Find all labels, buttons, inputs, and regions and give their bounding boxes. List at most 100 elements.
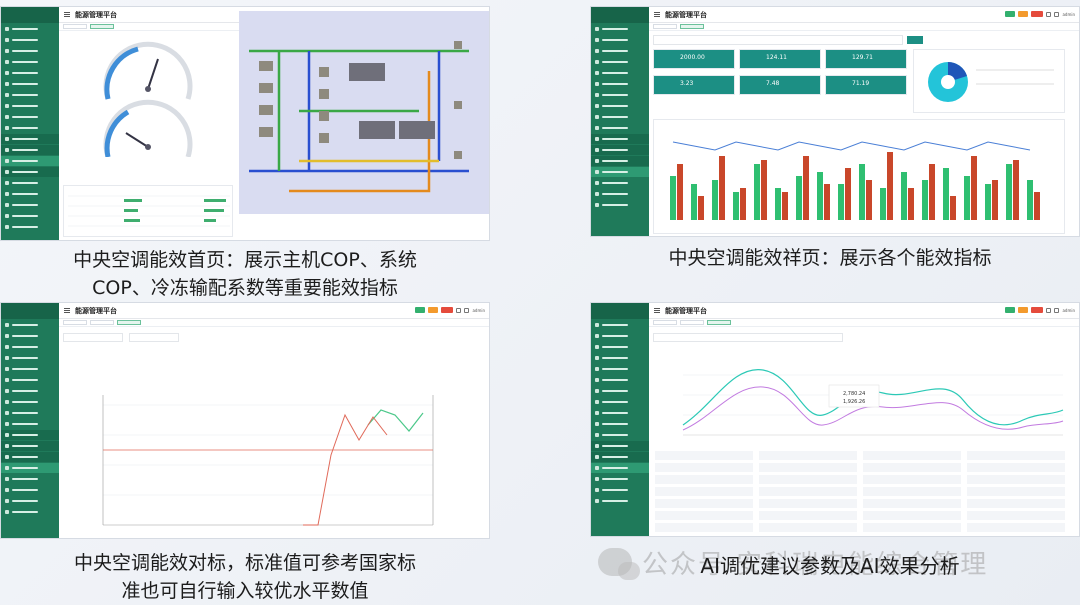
suggestion-cell — [759, 451, 857, 460]
tab-parent[interactable] — [680, 320, 704, 325]
fullscreen-icon[interactable] — [1054, 11, 1060, 17]
alarm-orange-badge[interactable] — [428, 307, 439, 313]
suggestion-cell — [759, 463, 857, 472]
menu-icon[interactable] — [654, 308, 660, 313]
bar-red — [908, 188, 914, 220]
bar-green — [670, 176, 676, 220]
caption-home-line2: COP、冷冻输配系数等重要能效指标 — [92, 277, 398, 299]
panel-ac-efficiency-benchmark: 能源管理平台 admin — [0, 302, 490, 539]
top-bar: 能源管理平台 admin — [649, 303, 1079, 319]
tab-current[interactable] — [117, 320, 141, 325]
alarm-green-badge[interactable] — [1005, 11, 1016, 17]
tab-benchmark-parent[interactable] — [90, 320, 114, 325]
user-name[interactable]: admin — [1062, 308, 1075, 313]
page-tabs — [649, 319, 1079, 327]
caption-ai: AI调优建议参数及AI效果分析 — [600, 552, 1060, 580]
bar-red — [866, 180, 872, 220]
benchmark-line-chart — [102, 395, 434, 526]
bar-green — [943, 168, 949, 220]
alarm-orange-badge[interactable] — [1018, 307, 1029, 313]
menu-icon[interactable] — [64, 12, 70, 17]
alarm-red-badge[interactable] — [1031, 11, 1044, 17]
bar-green — [754, 164, 760, 220]
fullscreen-icon[interactable] — [1054, 307, 1060, 313]
bell-icon[interactable] — [456, 307, 462, 313]
bar-green — [1027, 180, 1033, 220]
top-bar: 能源管理平台 admin — [59, 303, 489, 319]
kpi-card: 129.71 — [825, 49, 907, 69]
suggestion-cell — [655, 487, 753, 496]
tab-current[interactable] — [680, 24, 704, 29]
select-system[interactable] — [63, 333, 123, 342]
kpi-card: 3.23 — [653, 75, 735, 95]
tab-current[interactable] — [707, 320, 731, 325]
suggestion-cell — [863, 487, 961, 496]
alarm-orange-badge[interactable] — [1018, 11, 1029, 17]
alarm-green-badge[interactable] — [1005, 307, 1016, 313]
sidebar-nav[interactable] — [591, 7, 649, 236]
bar-red — [971, 156, 977, 220]
tab-home[interactable] — [653, 320, 677, 325]
caption-home: 中央空调能效首页：展示主机COP、系统 COP、冷冻输配系数等重要能效指标 — [20, 246, 470, 302]
sidebar-nav[interactable] — [591, 303, 649, 536]
fullscreen-icon[interactable] — [464, 307, 470, 313]
bar-red — [1034, 192, 1040, 220]
bar-red — [677, 164, 683, 220]
menu-icon[interactable] — [654, 12, 660, 17]
select-metric[interactable] — [129, 333, 179, 342]
hvac-system-diagram — [239, 11, 489, 214]
caption-benchmark-line2: 准也可自行输入较优水平数值 — [121, 580, 369, 602]
efficiency-bar-chart — [653, 119, 1065, 234]
app-title: 能源管理平台 — [665, 306, 707, 315]
caption-benchmark-line1: 中央空调能效对标，标准值可参考国家标 — [73, 552, 416, 574]
bar-red — [1013, 160, 1019, 220]
bar-green — [985, 184, 991, 220]
bar-red — [782, 192, 788, 220]
bar-red — [992, 180, 998, 220]
suggestion-cell — [655, 499, 753, 508]
suggestion-cell — [655, 523, 753, 532]
bar-red — [803, 156, 809, 220]
alarm-green-badge[interactable] — [415, 307, 426, 313]
filter-bar[interactable] — [653, 333, 843, 342]
suggestion-cell — [759, 475, 857, 484]
tab-current[interactable] — [90, 24, 114, 29]
user-name[interactable]: admin — [1062, 12, 1075, 17]
sidebar-nav[interactable] — [1, 7, 59, 240]
alarm-red-badge[interactable] — [441, 307, 454, 313]
sidebar-nav[interactable] — [1, 303, 59, 538]
caption-detail-line1: 中央空调能效祥页：展示各个能效指标 — [668, 247, 992, 269]
app-title: 能源管理平台 — [75, 306, 117, 315]
suggestion-cell — [967, 463, 1065, 472]
energy-pie-card — [913, 49, 1065, 113]
bar-red — [698, 196, 704, 220]
app-title: 能源管理平台 — [75, 10, 117, 19]
alarm-red-badge[interactable] — [1031, 307, 1044, 313]
top-bar: 能源管理平台 admin — [649, 7, 1079, 23]
user-name[interactable]: admin — [472, 308, 485, 313]
suggestion-cell — [967, 451, 1065, 460]
bell-icon[interactable] — [1046, 307, 1052, 313]
tooltip-value-1: 2,780.24 — [843, 391, 865, 397]
bar-red — [845, 168, 851, 220]
kpi-card: 71.19 — [825, 75, 907, 95]
panel-ai-tuning: 能源管理平台 admin 2,780.24 1,926.26 — [590, 302, 1080, 537]
page-tabs — [649, 23, 1079, 31]
bell-icon[interactable] — [1046, 11, 1052, 17]
suggestion-cell — [655, 463, 753, 472]
query-button[interactable] — [907, 36, 923, 44]
tooltip-value-2: 1,926.26 — [843, 399, 865, 405]
suggestion-cell — [759, 499, 857, 508]
suggestion-cell — [759, 487, 857, 496]
bar-green — [838, 184, 844, 220]
tab-home[interactable] — [653, 24, 677, 29]
bar-green — [775, 188, 781, 220]
suggestion-cell — [863, 463, 961, 472]
suggestion-cell — [863, 511, 961, 520]
tab-home[interactable] — [63, 320, 87, 325]
bar-green — [733, 192, 739, 220]
bar-green — [691, 184, 697, 220]
menu-icon[interactable] — [64, 308, 70, 313]
filter-bar[interactable] — [653, 35, 903, 45]
tab-home[interactable] — [63, 24, 87, 29]
